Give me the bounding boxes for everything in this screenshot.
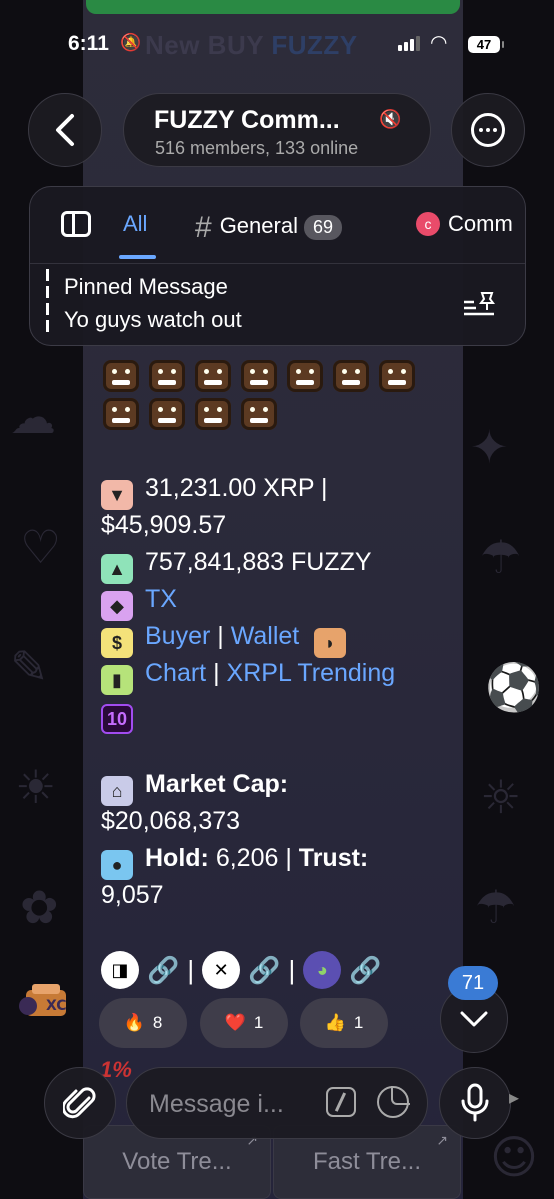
tab-general[interactable]: # General 69: [195, 211, 342, 245]
tiger-emoji: [287, 360, 323, 392]
chevron-left-icon: [56, 114, 74, 146]
external-arrow-icon: ↗: [436, 1132, 448, 1148]
bot-commands-icon[interactable]: [326, 1087, 356, 1117]
topic-tabs: All # General 69 c Comm: [30, 187, 525, 264]
reaction-thumbs-up[interactable]: 👍 1: [300, 998, 388, 1048]
hold-line: ● Hold: 6,206 | Trust:: [101, 840, 368, 880]
status-bar: 6:11 🔕 ◠ 47: [0, 0, 554, 88]
buyer-link[interactable]: Buyer: [145, 622, 210, 650]
sender-avatar-icon[interactable]: XC: [18, 980, 68, 1020]
svg-text:XC: XC: [46, 998, 67, 1014]
rank-badge: 10: [101, 704, 133, 734]
back-button[interactable]: [28, 93, 102, 167]
user-icon: ●: [101, 850, 133, 880]
sidebar-toggle-icon[interactable]: [61, 211, 91, 237]
buyer-line: $ Buyer | Wallet ◗: [101, 618, 358, 658]
attach-button[interactable]: [44, 1067, 116, 1139]
hash-icon: #: [195, 211, 212, 244]
pinned-title[interactable]: Pinned Message: [64, 274, 228, 300]
chevron-down-icon: [460, 1011, 488, 1027]
wallet-link[interactable]: Wallet: [231, 622, 300, 650]
muted-icon: 🔇: [379, 109, 402, 129]
sticker-icon[interactable]: [377, 1086, 410, 1118]
chat-subtitle: 516 members, 133 online: [155, 138, 359, 158]
market-cap-line: ⌂ Market Cap:: [101, 766, 288, 806]
reaction-fire[interactable]: 🔥 8: [99, 998, 187, 1048]
xrp-line: ▼ 31,231.00 XRP |: [101, 470, 328, 510]
shark-icon: ◗: [314, 628, 347, 658]
money-icon: $: [101, 628, 133, 658]
tiger-emoji: [241, 360, 277, 392]
ellipsis-icon: [471, 113, 505, 147]
market-cap-value: $20,068,373: [101, 807, 241, 835]
wifi-icon: ◠: [430, 32, 448, 54]
tiger-emoji: [379, 360, 415, 392]
tiger-emoji: [103, 398, 139, 430]
tiger-emoji: [149, 398, 185, 430]
play-triangle-icon: ▸: [509, 1087, 520, 1109]
battery-icon: 47: [468, 36, 504, 53]
tab-all[interactable]: All: [123, 211, 147, 237]
message-input[interactable]: [147, 1086, 316, 1122]
fuzzy-line: ▲ 757,841,883 FUZZY: [101, 544, 372, 584]
tx-line: ◆ TX: [101, 581, 177, 621]
chart-link[interactable]: Chart: [145, 659, 206, 687]
paperclip-icon: [63, 1087, 96, 1119]
cellular-signal-icon: [398, 36, 420, 51]
fire-icon: 🔥: [123, 1013, 145, 1032]
social-links-row: ◨ 🔗 | ✕ 🔗 | ◕ 🔗: [101, 951, 382, 989]
frog-icon[interactable]: ◕: [303, 951, 342, 989]
tiger-emoji: [149, 360, 185, 392]
first-ledger-icon[interactable]: ◨: [101, 951, 139, 989]
unread-badge: 69: [303, 215, 342, 240]
thumbs-up-icon: 👍: [324, 1013, 346, 1032]
link-icon[interactable]: 🔗: [248, 955, 280, 986]
message-input-container: [126, 1067, 428, 1139]
heart-icon: ❤️: [224, 1013, 246, 1032]
voice-message-button[interactable]: [439, 1067, 511, 1139]
microphone-icon: [461, 1083, 489, 1122]
trust-value: 9,057: [101, 881, 164, 909]
chat-title-pill[interactable]: FUZZY Comm... 🔇 516 members, 133 online: [123, 93, 431, 167]
green-triangle-icon: ▲: [101, 554, 133, 584]
chart-bars-icon: ▮: [101, 665, 133, 695]
tx-link[interactable]: TX: [145, 585, 177, 613]
active-tab-indicator: [119, 255, 156, 259]
xrpl-trending-link[interactable]: XRPL Trending: [227, 659, 396, 687]
topic-icon: c: [416, 212, 440, 236]
tiger-emoji: [333, 360, 369, 392]
x-logo-icon[interactable]: ✕: [202, 951, 241, 989]
chat-title: FUZZY Comm...: [154, 106, 340, 134]
link-icon[interactable]: 🔗: [349, 955, 381, 986]
chart-line: ▮ Chart | XRPL Trending: [101, 655, 395, 695]
reaction-heart[interactable]: ❤️ 1: [200, 998, 288, 1048]
pin-list-icon[interactable]: [462, 291, 496, 317]
separator: |: [187, 954, 195, 985]
unread-count-badge: 71: [448, 966, 498, 1000]
tiger-emoji: [195, 398, 231, 430]
tiger-emoji: [241, 398, 277, 430]
rank-line: 10: [101, 694, 145, 734]
pinned-text[interactable]: Yo guys watch out: [64, 307, 242, 333]
tiger-emoji: [103, 360, 139, 392]
topics-pinned-panel: All # General 69 c Comm Pinned Message Yo g…: [29, 186, 526, 346]
tag-icon: ◆: [101, 591, 133, 621]
link-icon[interactable]: 🔗: [147, 955, 179, 986]
silent-mode-icon: 🔕: [120, 33, 142, 52]
tab-comm[interactable]: c Comm: [416, 211, 513, 237]
pinned-indicator: [46, 269, 49, 333]
separator: |: [288, 954, 296, 985]
red-triangle-icon: ▼: [101, 480, 133, 510]
clock: 6:11: [68, 32, 109, 55]
tiger-emoji: [195, 360, 231, 392]
usd-line: $45,909.57: [101, 511, 227, 539]
more-options-button[interactable]: [451, 93, 525, 167]
bank-icon: ⌂: [101, 776, 133, 806]
